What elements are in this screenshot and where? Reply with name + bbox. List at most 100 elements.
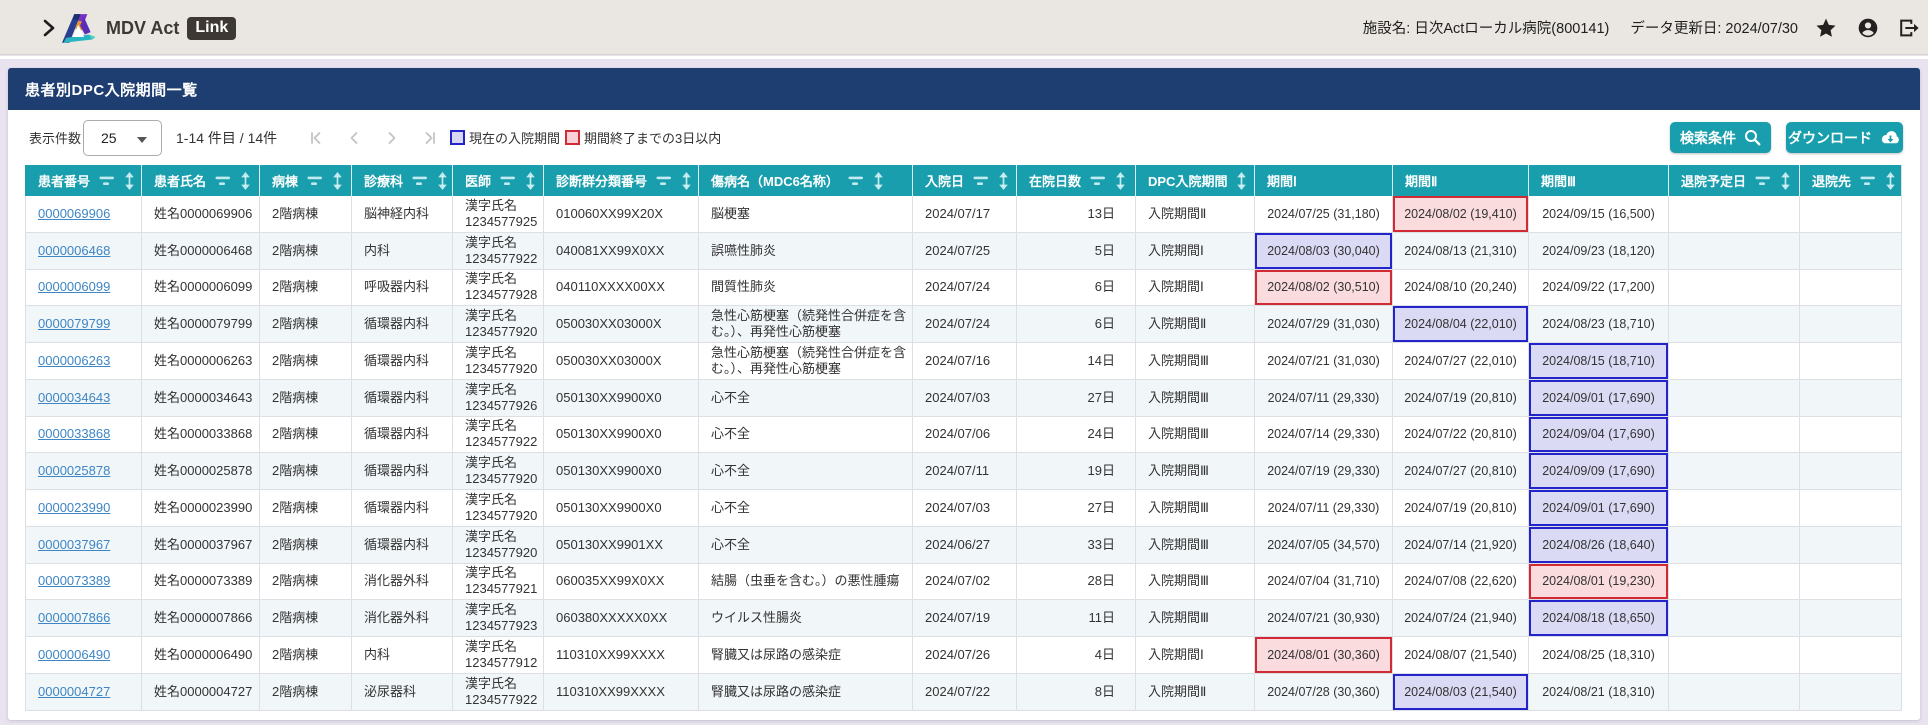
patient-number-link[interactable]: 0000037967: [38, 537, 110, 552]
patient-number-link[interactable]: 0000069906: [38, 206, 110, 221]
cell-dpc_code: 050130XX9901XX: [544, 526, 699, 564]
cell-discharge_plan: [1669, 416, 1800, 454]
patient-number-link[interactable]: 0000004727: [38, 684, 110, 699]
cell-p3: 2024/08/15 (18,710): [1529, 343, 1669, 380]
column-header-name[interactable]: 患者氏名: [142, 165, 260, 196]
doctor-id: 1234577928: [465, 287, 538, 303]
table-row: 0000025878 姓名0000025878 2階病棟 循環器内科 漢字氏名 12345…: [25, 453, 1902, 490]
last-page-button[interactable]: [411, 123, 449, 153]
column-header-doctor[interactable]: 医師: [453, 165, 544, 196]
download-button[interactable]: ダウンロード: [1786, 122, 1903, 153]
chevron-right-icon: [388, 131, 396, 144]
cell-discharge_plan: [1669, 379, 1800, 417]
cell-p3: 2024/09/22 (17,200): [1529, 269, 1669, 307]
page-size-select[interactable]: 25: [83, 120, 162, 156]
patient-number-link[interactable]: 0000033868: [38, 426, 110, 441]
column-label: 診療科: [364, 174, 404, 189]
patient-number-link[interactable]: 0000034643: [38, 390, 110, 405]
next-page-button[interactable]: [373, 123, 411, 153]
sort-icon: [1237, 171, 1247, 190]
page: MDV Act Link 施設名: 日次Actローカル病院(800141) デー…: [0, 0, 1928, 725]
cell-disease: 誤嚥性肺炎: [699, 232, 913, 270]
cell-dpc_code: 060035XX99X0XX: [544, 563, 699, 601]
cell-p2: 2024/07/22 (20,810): [1393, 416, 1529, 454]
cell-p1: 2024/07/05 (34,570): [1255, 526, 1393, 564]
first-page-icon: [311, 131, 321, 144]
record-range-text: 1-14 件目 / 14件: [176, 129, 278, 146]
cell-p3: 2024/09/04 (17,690): [1529, 416, 1669, 454]
cell-days: 24日: [1017, 416, 1136, 454]
column-header-dpc_code[interactable]: 診断群分類番号: [544, 165, 699, 196]
column-header-patient_no[interactable]: 患者番号: [25, 165, 142, 196]
first-page-button[interactable]: [297, 123, 335, 153]
favorite-button[interactable]: [1815, 17, 1837, 39]
doctor-name: 漢字氏名: [465, 638, 518, 654]
sort-icon: [1116, 171, 1125, 190]
search-conditions-button[interactable]: 検索条件: [1670, 122, 1771, 153]
sort-icon: [241, 171, 250, 190]
cell-name: 姓名0000073389: [142, 563, 260, 601]
sort-icon: [1781, 171, 1790, 190]
cell-disease: 脳梗塞: [699, 196, 913, 233]
column-header-admit[interactable]: 入院日: [913, 165, 1017, 196]
patient-number-link[interactable]: 0000006263: [38, 353, 110, 368]
cell-p3: 2024/08/01 (19,230): [1529, 563, 1669, 601]
column-header-discharge_to[interactable]: 退院先: [1800, 165, 1902, 196]
cell-name: 姓名0000004727: [142, 673, 260, 711]
table-row: 0000037967 姓名0000037967 2階病棟 循環器内科 漢字氏名 12345…: [25, 526, 1902, 564]
cell-ward: 2階病棟: [260, 600, 352, 637]
cell-admit: 2024/07/25: [913, 232, 1017, 270]
cell-days: 28日: [1017, 563, 1136, 601]
doctor-name: 漢字氏名: [465, 381, 518, 397]
cell-admit: 2024/07/17: [913, 196, 1017, 233]
patient-number-link[interactable]: 0000079799: [38, 316, 110, 331]
cell-ward: 2階病棟: [260, 563, 352, 601]
logout-button[interactable]: [1898, 17, 1920, 39]
table-header-row: 患者番号 患者氏名 病棟 診療科 医師 診断群分類番号 傷病名（MDC6名称） 入院日 在院日数…: [25, 165, 1902, 196]
cell-stage: 入院期間Ⅰ: [1136, 637, 1255, 674]
cell-dpc_code: 060380XXXXX0XX: [544, 600, 699, 637]
sidebar-expand-button[interactable]: [38, 17, 60, 39]
account-button[interactable]: [1857, 17, 1879, 39]
cell-doctor: 漢字氏名 1234577923: [453, 600, 544, 637]
column-header-stage[interactable]: DPC入院期間: [1136, 165, 1255, 196]
doctor-id: 1234577920: [465, 471, 538, 487]
cell-patient_no: 0000004727: [25, 673, 142, 711]
doctor-id: 1234577922: [465, 691, 538, 707]
previous-page-button[interactable]: [335, 123, 373, 153]
cell-admit: 2024/07/03: [913, 379, 1017, 417]
patient-number-link[interactable]: 0000025878: [38, 463, 110, 478]
column-header-days[interactable]: 在院日数: [1017, 165, 1136, 196]
filter-icon: [99, 176, 115, 185]
column-header-discharge_plan[interactable]: 退院予定日: [1669, 165, 1800, 196]
cell-p1: 2024/07/29 (31,030): [1255, 306, 1393, 343]
cell-dept: 消化器外科: [352, 600, 453, 637]
cell-doctor: 漢字氏名 1234577920: [453, 453, 544, 490]
patient-number-link[interactable]: 0000023990: [38, 500, 110, 515]
patient-number-link[interactable]: 0000007866: [38, 610, 110, 625]
column-label: 期間Ⅱ: [1405, 174, 1438, 189]
cell-ward: 2階病棟: [260, 343, 352, 380]
patient-number-link[interactable]: 0000073389: [38, 573, 110, 588]
doctor-id: 1234577920: [465, 360, 538, 376]
filter-icon: [848, 176, 863, 185]
sort-icon: [526, 171, 535, 190]
header-divider: [0, 56, 1928, 59]
cell-name: 姓名0000025878: [142, 453, 260, 490]
cell-disease: 腎臓又は尿路の感染症: [699, 637, 913, 674]
column-header-ward[interactable]: 病棟: [260, 165, 352, 196]
table-row: 0000034643 姓名0000034643 2階病棟 循環器内科 漢字氏名 12345…: [25, 379, 1902, 417]
patient-number-link[interactable]: 0000006468: [38, 243, 110, 258]
column-header-disease[interactable]: 傷病名（MDC6名称）: [699, 165, 913, 196]
cell-name: 姓名0000006490: [142, 637, 260, 674]
cell-stage: 入院期間Ⅲ: [1136, 526, 1255, 564]
patient-number-link[interactable]: 0000006490: [38, 647, 110, 662]
patient-number-link[interactable]: 0000006099: [38, 279, 110, 294]
cell-ward: 2階病棟: [260, 526, 352, 564]
column-header-dept[interactable]: 診療科: [352, 165, 453, 196]
panel-header: 患者別DPC入院期間一覧: [8, 68, 1920, 110]
doctor-name: 漢字氏名: [465, 308, 518, 324]
doctor-name: 漢字氏名: [465, 197, 518, 213]
table-row: 0000006490 姓名0000006490 2階病棟 内科 漢字氏名 12345779…: [25, 637, 1902, 674]
cell-stage: 入院期間Ⅱ: [1136, 673, 1255, 711]
